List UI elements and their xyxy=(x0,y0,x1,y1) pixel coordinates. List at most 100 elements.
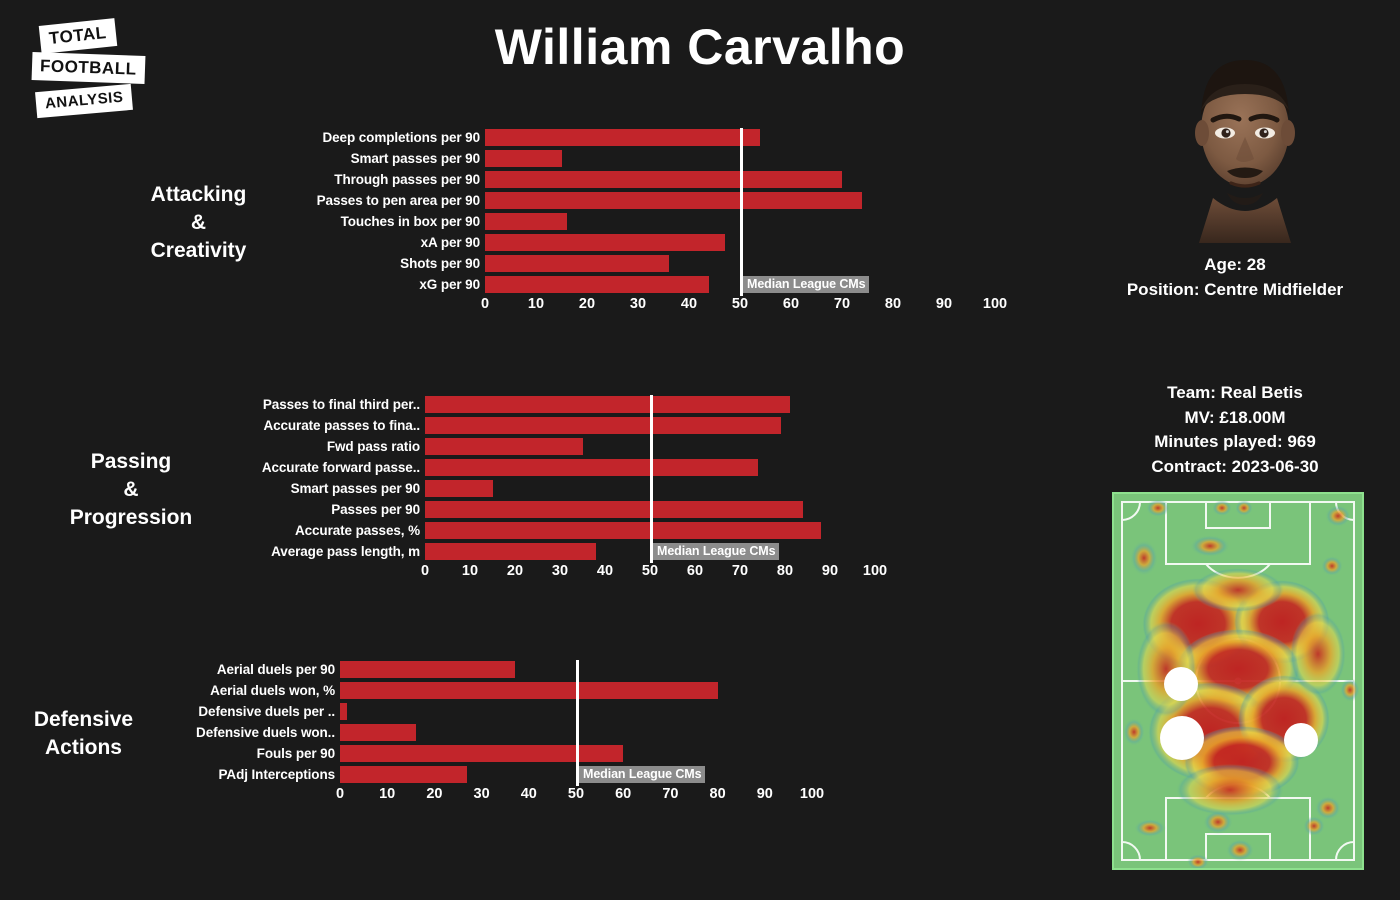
bar-value xyxy=(485,213,567,230)
bar-row-label: Passes to final third per.. xyxy=(262,397,420,412)
x-axis-tick: 90 xyxy=(821,563,839,579)
bar-value xyxy=(485,234,725,251)
x-axis-tick: 70 xyxy=(662,786,679,802)
x-axis-tick: 90 xyxy=(756,786,773,802)
bar-row: Accurate passes, % xyxy=(240,521,935,540)
bar-row: Fwd pass ratio xyxy=(240,437,935,456)
chart-section-title: Defensive Actions xyxy=(33,708,134,759)
bar-row: Accurate forward passe.. xyxy=(240,458,935,477)
bar-row: Defensive duels won.. xyxy=(185,723,872,742)
x-axis-tick: 40 xyxy=(596,563,614,579)
bar-value xyxy=(425,459,758,476)
bar-row: PAdj Interceptions xyxy=(185,765,872,784)
bar-value xyxy=(340,724,416,741)
section-passing-progression: Passing & Progression Passes to final thi… xyxy=(40,395,1000,585)
x-axis-tick: 0 xyxy=(480,296,490,312)
x-axis-tick: 30 xyxy=(551,563,569,579)
heatmap-marker xyxy=(1160,716,1204,760)
logo-line-analysis: ANALYSIS xyxy=(35,83,134,119)
player-team: Team: Real Betis xyxy=(1167,383,1303,402)
bar-row: Passes to pen area per 90 xyxy=(295,191,1055,210)
x-axis-tick: 50 xyxy=(731,296,749,312)
x-axis-tick: 20 xyxy=(426,786,443,802)
bar-value xyxy=(485,150,562,167)
x-axis-tick: 60 xyxy=(615,786,632,802)
x-axis-tick: 70 xyxy=(833,296,851,312)
bar-row: xG per 90 xyxy=(295,275,1055,294)
x-axis-tick: 10 xyxy=(379,786,396,802)
bar-chart: Deep completions per 90 Smart passes per … xyxy=(295,128,1055,318)
x-axis-tick: 10 xyxy=(527,296,545,312)
bar-value xyxy=(340,766,468,783)
chart-section-title: Passing & Progression xyxy=(69,450,193,529)
median-reference-label: Median League CMs xyxy=(653,543,780,560)
x-axis-tick: 60 xyxy=(686,563,704,579)
bar-row-label: Aerial duels per 90 xyxy=(216,662,335,677)
median-reference-line xyxy=(650,395,653,563)
bar-row-label: Fwd pass ratio xyxy=(326,439,420,454)
bar-row: Smart passes per 90 xyxy=(295,149,1055,168)
x-axis-tick: 50 xyxy=(567,786,585,802)
x-axis: 0 10 20 30 40 50 60 70 80 90 100 xyxy=(295,296,1055,318)
bar-row: Aerial duels won, % xyxy=(185,681,872,700)
player-info-secondary: Team: Real Betis MV: £18.00M Minutes pla… xyxy=(1070,381,1400,480)
bar-row: xA per 90 xyxy=(295,233,1055,252)
bar-row: Average pass length, m xyxy=(240,542,935,561)
bar-row: Smart passes per 90 xyxy=(240,479,935,498)
bar-row-label: Aerial duels won, % xyxy=(210,683,335,698)
bar-value xyxy=(425,522,821,539)
heatmap-pitch xyxy=(1112,492,1364,870)
x-axis-tick: 70 xyxy=(731,563,749,579)
bar-row: Passes per 90 xyxy=(240,500,935,519)
bar-value xyxy=(425,417,781,434)
bar-row: Passes to final third per.. xyxy=(240,395,935,414)
median-reference-label: Median League CMs xyxy=(743,276,870,293)
x-axis-tick: 80 xyxy=(884,296,902,312)
bar-row-label: Fouls per 90 xyxy=(256,746,335,761)
bar-row-label: PAdj Interceptions xyxy=(218,767,336,782)
bar-value xyxy=(425,501,803,518)
x-axis-tick: 30 xyxy=(629,296,647,312)
bar-row-label: Passes to pen area per 90 xyxy=(316,193,480,208)
bar-value xyxy=(340,661,515,678)
bar-row: Deep completions per 90 xyxy=(295,128,1055,147)
bar-row: Shots per 90 xyxy=(295,254,1055,273)
player-age: Age: 28 xyxy=(1204,255,1266,274)
bar-value xyxy=(485,255,669,272)
x-axis-tick: 0 xyxy=(335,786,345,802)
player-contract: Contract: 2023-06-30 xyxy=(1151,456,1319,476)
bar-row-label: Through passes per 90 xyxy=(334,172,480,187)
bar-rows: Aerial duels per 90 Aerial duels won, % De… xyxy=(185,660,872,786)
x-axis: 0 10 20 30 40 50 60 70 80 90 100 xyxy=(185,786,872,808)
bar-row: Touches in box per 90 xyxy=(295,212,1055,231)
bar-row-label: Average pass length, m xyxy=(271,544,420,559)
bar-row-label: Passes per 90 xyxy=(331,502,420,517)
x-axis-tick: 10 xyxy=(461,563,479,579)
bar-value xyxy=(485,276,710,293)
player-minutes-played: Minutes played: 969 xyxy=(1154,432,1316,452)
bar-row: Defensive duels per .. xyxy=(185,702,872,721)
bar-value xyxy=(425,396,790,413)
bar-row-label: Touches in box per 90 xyxy=(340,214,481,229)
x-axis-tick: 20 xyxy=(506,563,524,579)
x-axis-tick: 80 xyxy=(776,563,794,579)
bar-row: Through passes per 90 xyxy=(295,170,1055,189)
median-reference-line xyxy=(740,128,743,296)
bar-row-label: Accurate passes, % xyxy=(294,523,420,538)
bar-value xyxy=(340,682,718,699)
x-axis-tick: 60 xyxy=(782,296,800,312)
bar-rows: Passes to final third per.. Accurate pass… xyxy=(240,395,935,563)
bar-value xyxy=(340,745,624,762)
median-reference-label: Median League CMs xyxy=(579,766,706,783)
bar-value xyxy=(485,171,842,188)
bar-value xyxy=(425,480,493,497)
x-axis-tick: 50 xyxy=(641,563,659,579)
x-axis-tick: 100 xyxy=(982,296,1008,312)
x-axis-tick: 40 xyxy=(520,786,537,802)
player-market-value: MV: £18.00M xyxy=(1184,407,1286,427)
bar-value xyxy=(425,438,583,455)
x-axis-tick: 80 xyxy=(709,786,726,802)
x-axis-tick: 40 xyxy=(680,296,698,312)
bar-rows: Deep completions per 90 Smart passes per … xyxy=(295,128,1055,296)
bar-row-label: Accurate passes to fina.. xyxy=(263,418,420,433)
